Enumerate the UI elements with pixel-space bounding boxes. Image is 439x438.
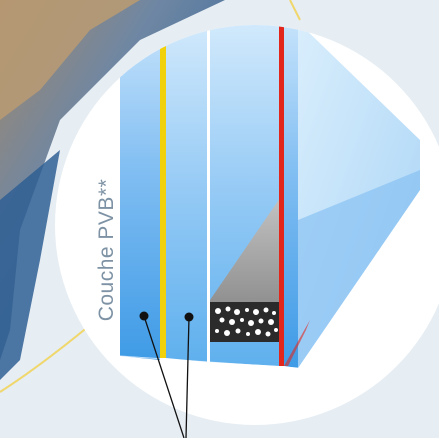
glass-pane-laminated — [166, 25, 208, 362]
pvb-interlayer — [160, 25, 166, 358]
glazing-illustration — [0, 0, 439, 438]
pvb-layer-label: Couche PVB** — [95, 178, 118, 322]
glass-pane-inner — [284, 25, 298, 368]
glass-pane-outer — [120, 25, 160, 360]
warm-edge-spacer — [279, 25, 284, 366]
